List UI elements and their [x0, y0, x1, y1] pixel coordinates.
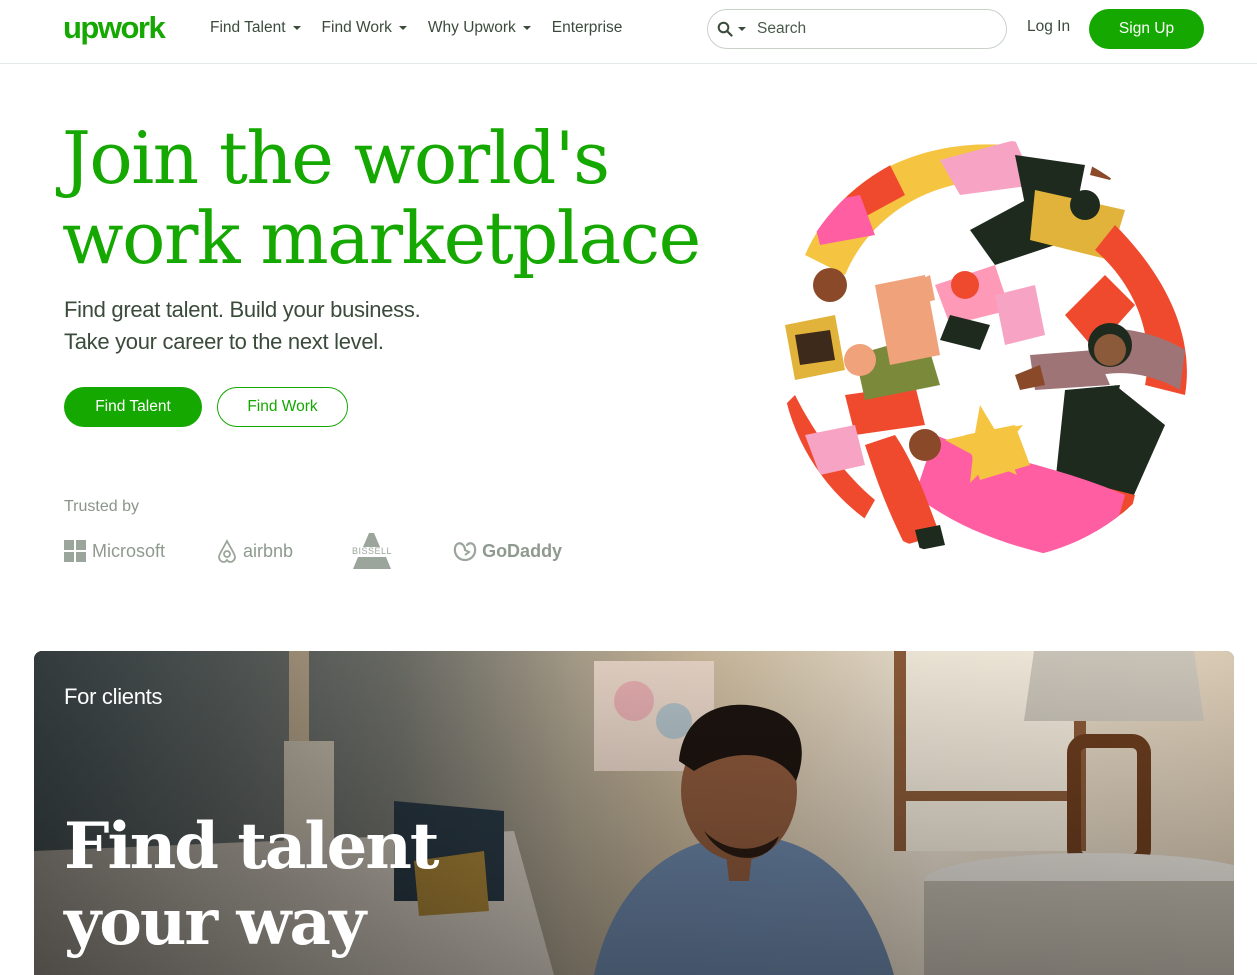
hero-subtitle: Find great talent. Build your business. … [64, 294, 421, 358]
chevron-down-icon [292, 26, 301, 30]
svg-text:BISSELL: BISSELL [352, 546, 392, 556]
clients-banner-title: Find talent your way [64, 809, 439, 961]
airbnb-logo: airbnb [215, 538, 293, 564]
signup-button[interactable]: Sign Up [1089, 9, 1204, 49]
hero-title: Join the world's work marketplace [62, 118, 742, 278]
microsoft-logo: Microsoft [64, 540, 165, 562]
bissell-mark: BISSELL [352, 533, 392, 569]
godaddy-icon [453, 542, 477, 562]
airbnb-logo-text: airbnb [243, 540, 294, 561]
nav-why-upwork[interactable]: Why Upwork [428, 19, 532, 37]
find-work-button[interactable]: Find Work [217, 387, 348, 427]
airbnb-icon [218, 538, 236, 563]
nav-find-talent[interactable]: Find Talent [210, 19, 302, 37]
clients-banner-title-line-1: Find talent [64, 809, 439, 884]
trusted-by-label: Trusted by [64, 498, 139, 515]
hero-title-line-2: work marketplace [62, 196, 701, 280]
microsoft-logo-text: Microsoft [92, 540, 166, 561]
bissell-logo: BISSELL [343, 531, 401, 571]
chevron-down-icon [522, 26, 531, 30]
for-clients-banner: For clients Find talent your way [34, 651, 1234, 975]
hero-illustration [780, 140, 1187, 560]
nav-enterprise-label: Enterprise [551, 19, 623, 36]
chevron-down-icon [398, 26, 407, 30]
search-input[interactable] [757, 20, 977, 38]
for-clients-label: For clients [64, 684, 163, 709]
nav-why-upwork-label: Why Upwork [427, 19, 516, 36]
nav-find-talent-label: Find Talent [210, 19, 286, 36]
search-bar[interactable] [707, 9, 1007, 49]
nav-find-work[interactable]: Find Work [322, 19, 408, 37]
microsoft-grid-icon [64, 540, 86, 562]
godaddy-logo-text: GoDaddy [482, 540, 563, 561]
nav-find-work-label: Find Work [321, 19, 392, 36]
godaddy-logo: GoDaddy [451, 539, 562, 563]
main-nav: Find Talent Find Work Why Upwork Enterpr… [210, 0, 642, 56]
login-link[interactable]: Log In [1027, 18, 1070, 36]
hero-title-line-1: Join the world's [62, 116, 610, 200]
nav-enterprise[interactable]: Enterprise [552, 19, 623, 37]
clients-banner-title-line-2: your way [64, 885, 366, 960]
top-navigation-bar: upwork Find Talent Find Work Why Upwork … [0, 0, 1257, 64]
search-type-dropdown-icon[interactable] [737, 25, 747, 33]
trusted-logos: Microsoft airbnb BISSELL GoDaddy [64, 530, 612, 572]
hero-subtitle-line-1: Find great talent. Build your business. [64, 297, 421, 322]
hero-subtitle-line-2: Take your career to the next level. [64, 329, 384, 354]
upwork-logo[interactable]: upwork [63, 12, 171, 46]
svg-text:upwork: upwork [63, 12, 166, 45]
find-talent-button[interactable]: Find Talent [64, 387, 202, 427]
search-icon[interactable] [717, 21, 733, 37]
